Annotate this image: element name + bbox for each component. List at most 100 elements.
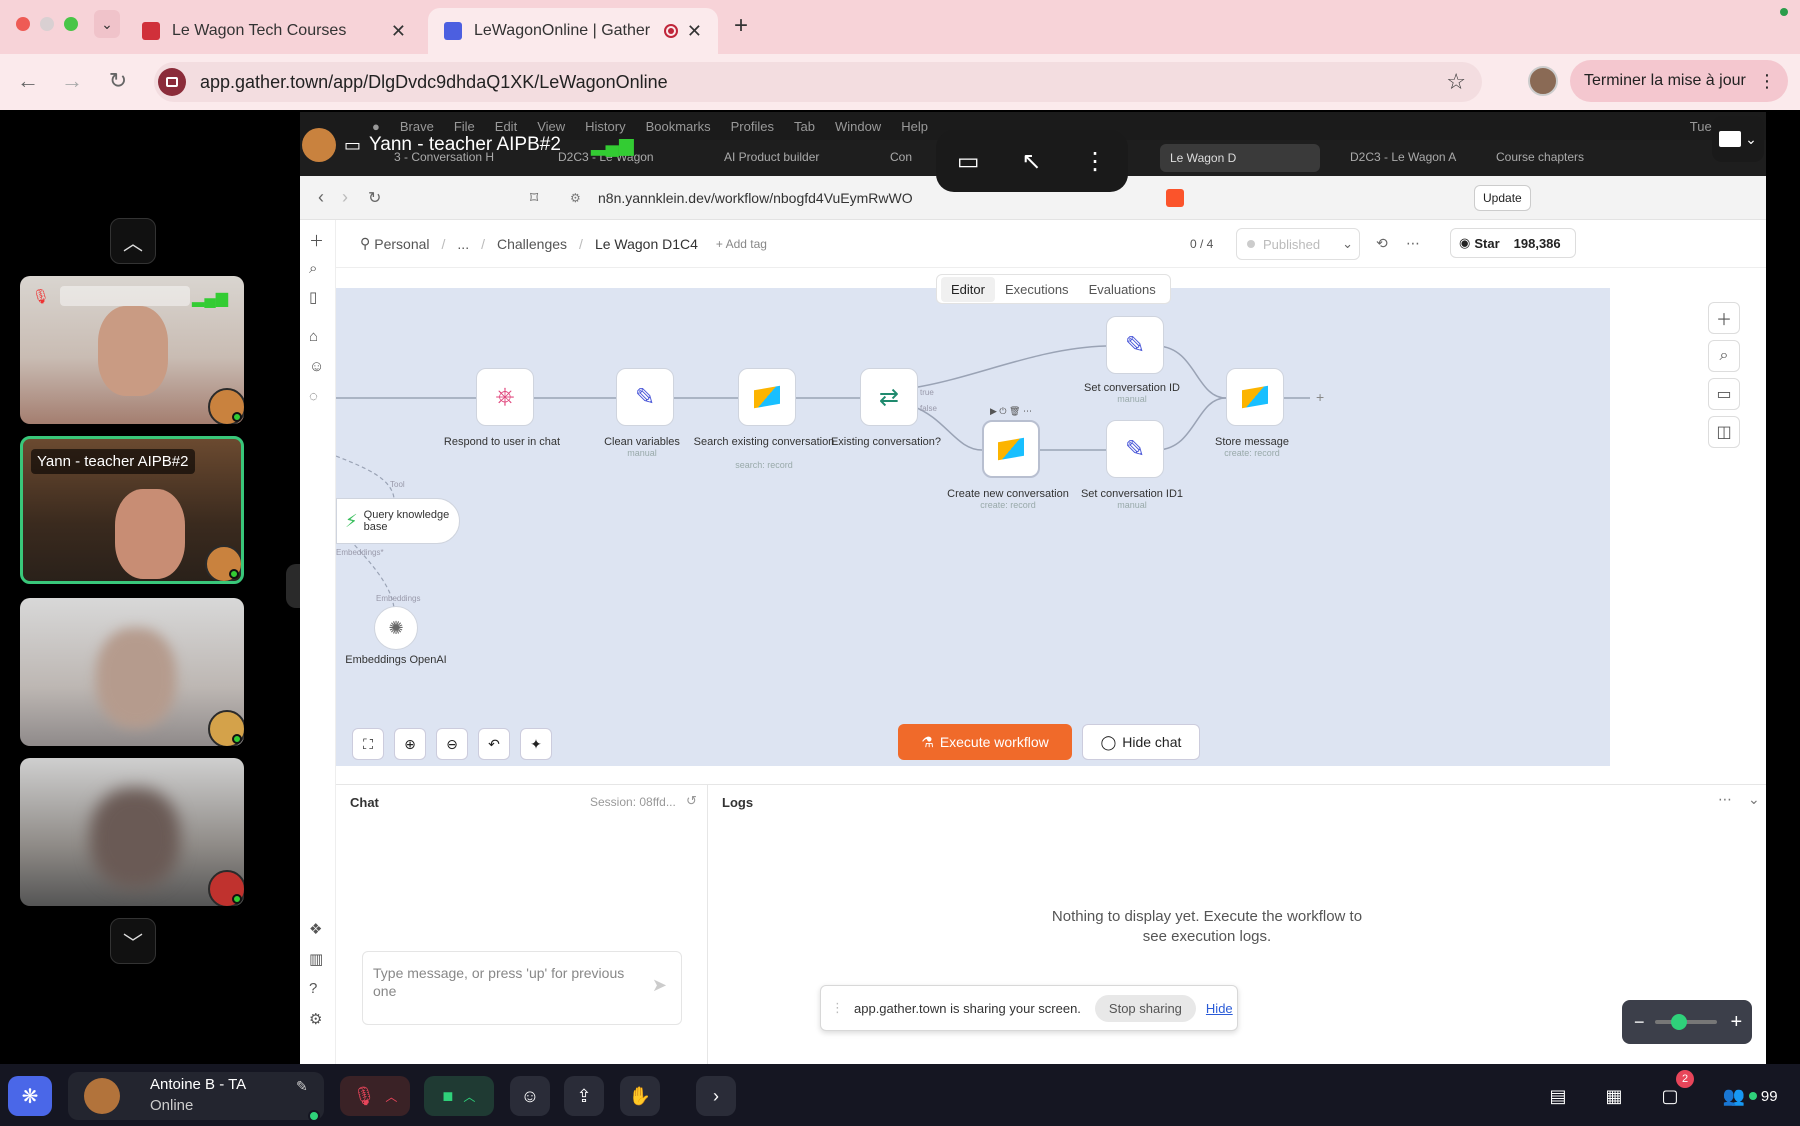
zoom-in-button[interactable]: +: [1731, 1011, 1743, 1034]
logs-empty-state: Nothing to display yet. Execute the work…: [1051, 908, 1363, 945]
tab-le-wagon-courses[interactable]: Le Wagon Tech Courses ✕: [126, 8, 422, 54]
if-node-icon: ⇄: [860, 368, 918, 426]
presenter-name: Yann - teacher AIPB#2: [369, 134, 561, 155]
flask-icon: ⚗: [921, 733, 934, 750]
profile-avatar[interactable]: [1528, 66, 1558, 96]
chat-icon: ◌: [309, 388, 318, 405]
edge-label: Tool: [390, 480, 405, 489]
back-arrow-icon: ‹: [318, 187, 324, 207]
published-label: Published: [1263, 236, 1321, 252]
zoom-out-button[interactable]: −: [1634, 1012, 1645, 1033]
stop-sharing-button[interactable]: Stop sharing: [1094, 994, 1196, 1022]
inner-tab: D2C3 - Le Wagon A: [1350, 150, 1457, 164]
hand-icon: ✋: [628, 1085, 652, 1106]
bulletin-button[interactable]: ▤: [1540, 1076, 1576, 1116]
raise-hand-button[interactable]: ✋: [620, 1076, 660, 1116]
close-tab-icon[interactable]: ✕: [687, 21, 702, 42]
zoom-out-icon: ⊖: [436, 728, 468, 760]
more-vertical-icon[interactable]: ⋮: [1758, 71, 1776, 92]
address-bar[interactable]: app.gather.town/app/DlgDvdc9dhdaQ1XK/LeW…: [154, 62, 1482, 102]
expand-toolbar-button[interactable]: ›: [696, 1076, 736, 1116]
zoom-control[interactable]: − +: [1622, 1000, 1752, 1044]
more-vertical-icon[interactable]: ⋮: [1083, 147, 1107, 176]
chat-button[interactable]: ▢ 2: [1652, 1070, 1694, 1116]
github-star-count: 198,386: [1513, 235, 1561, 251]
node-sublabel: search: record: [735, 460, 793, 470]
emoji-button[interactable]: ☺: [510, 1076, 550, 1116]
chevron-up-icon[interactable]: ︿: [463, 1088, 475, 1105]
node-sublabel: manual: [1117, 500, 1147, 510]
participant-tile[interactable]: [20, 598, 244, 746]
close-window-button[interactable]: [16, 17, 30, 31]
scroll-down-button[interactable]: ﹀: [110, 918, 156, 964]
site-settings-icon: ⚙: [570, 190, 581, 205]
participant-tile[interactable]: 🎙 ▂▄▆: [20, 276, 244, 424]
participant-tile-active[interactable]: Yann - teacher AIPB#2: [20, 436, 244, 584]
edit-pencil-icon[interactable]: ✎: [296, 1078, 308, 1095]
maximize-window-button[interactable]: [64, 17, 78, 31]
presenter-avatar: [302, 128, 336, 162]
back-arrow-icon[interactable]: ←: [14, 68, 42, 94]
drag-handle-icon[interactable]: ⋮: [831, 1000, 844, 1016]
home-icon: ⌂: [309, 328, 319, 345]
tab-gather[interactable]: LeWagonOnline | Gather ✕: [428, 8, 718, 54]
site-info-icon[interactable]: [158, 68, 186, 96]
calendar-button[interactable]: ▦: [1596, 1076, 1632, 1116]
minimize-window-button[interactable]: [40, 17, 54, 31]
url-text: app.gather.town/app/DlgDvdc9dhdaQ1XK/LeW…: [200, 71, 668, 92]
view-options-button[interactable]: ⌄: [1712, 116, 1764, 162]
collapse-chevron-icon: ⌄: [1748, 791, 1760, 807]
canvas-toolbar: ⛶ ⊕ ⊖ ↶ ✦: [352, 728, 552, 760]
browser-update-button[interactable]: Terminer la mise à jour ⋮: [1570, 60, 1788, 102]
screen-control-pill[interactable]: ▭ ↖ ⋮: [936, 130, 1128, 192]
node-label: Embeddings OpenAI: [345, 654, 447, 666]
node-sublabel: manual: [627, 448, 657, 458]
webhook-node-icon: ⎈: [476, 368, 534, 426]
reload-icon[interactable]: ↻: [104, 68, 132, 94]
recording-icon: [664, 24, 678, 38]
user-card[interactable]: Antoine B - TA Online ✎: [68, 1072, 324, 1122]
participant-video: [96, 628, 176, 728]
screen-share-notice[interactable]: ⋮ app.gather.town is sharing your screen…: [820, 985, 1238, 1031]
chat-bubbles-icon: ▢: [1661, 1085, 1679, 1106]
participant-tile[interactable]: [20, 758, 244, 906]
workflow-header: ⚲ Personal / ... / Challenges / Le Wagon…: [336, 220, 1766, 268]
smiley-icon: ☺: [520, 1085, 540, 1106]
zoom-slider[interactable]: [1654, 1014, 1717, 1030]
node-sublabel: manual: [1117, 394, 1147, 404]
participants-button[interactable]: 👥 99: [1710, 1076, 1790, 1116]
chat-message-input: Type message, or press 'up' for previous…: [362, 951, 682, 1025]
gather-menu-icon[interactable]: ❋: [8, 1076, 52, 1116]
zoom-in-icon: ⊕: [394, 728, 426, 760]
fullscreen-monitor-icon[interactable]: ▭: [957, 147, 980, 176]
chat-unread-badge: 2: [1676, 1070, 1694, 1088]
signal-bars-icon: ▂▄▆: [590, 134, 634, 156]
n8n-left-rail: ＋ ⌕ ▯ ⌂ ☺ ◌ ❖ ▥ ? ⚙: [300, 220, 336, 1064]
edge-label: Embeddings*: [336, 548, 384, 557]
share-notice-text: app.gather.town is sharing your screen.: [854, 1000, 1081, 1016]
camera-button[interactable]: ■ ︿: [424, 1076, 494, 1116]
search-icon: ⌕: [309, 260, 318, 277]
participant-video: [98, 306, 168, 396]
panel-icon: ▯: [309, 289, 318, 306]
scroll-up-button[interactable]: ︿: [110, 218, 156, 264]
new-tab-plus-icon[interactable]: +: [734, 12, 748, 40]
close-tab-icon[interactable]: ✕: [391, 21, 406, 42]
pointer-icon[interactable]: ↖: [1021, 147, 1041, 176]
hide-notice-link[interactable]: Hide: [1206, 1001, 1233, 1016]
add-tag-link: + Add tag: [715, 236, 767, 251]
screen-share-button[interactable]: ⇪: [564, 1076, 604, 1116]
bookmark-star-icon[interactable]: ☆: [1446, 69, 1466, 95]
forward-arrow-icon[interactable]: →: [58, 68, 86, 94]
muted-mic-icon: 🎙: [32, 288, 50, 304]
sticky-note-icon: ▭: [1708, 378, 1740, 410]
zoom-slider-thumb[interactable]: [1670, 1014, 1687, 1030]
tab-search-chevron-icon[interactable]: ⌄: [94, 10, 120, 38]
microphone-muted-button[interactable]: 🎙 ︿: [340, 1076, 410, 1116]
templates-icon: ❖: [309, 921, 323, 938]
video-camera-icon: ■: [442, 1085, 454, 1106]
update-label: Terminer la mise à jour: [1584, 72, 1746, 89]
workflow-name: Le Wagon D1C4: [594, 235, 698, 252]
add-icon: ＋: [309, 233, 325, 250]
chevron-up-icon[interactable]: ︿: [385, 1088, 397, 1105]
